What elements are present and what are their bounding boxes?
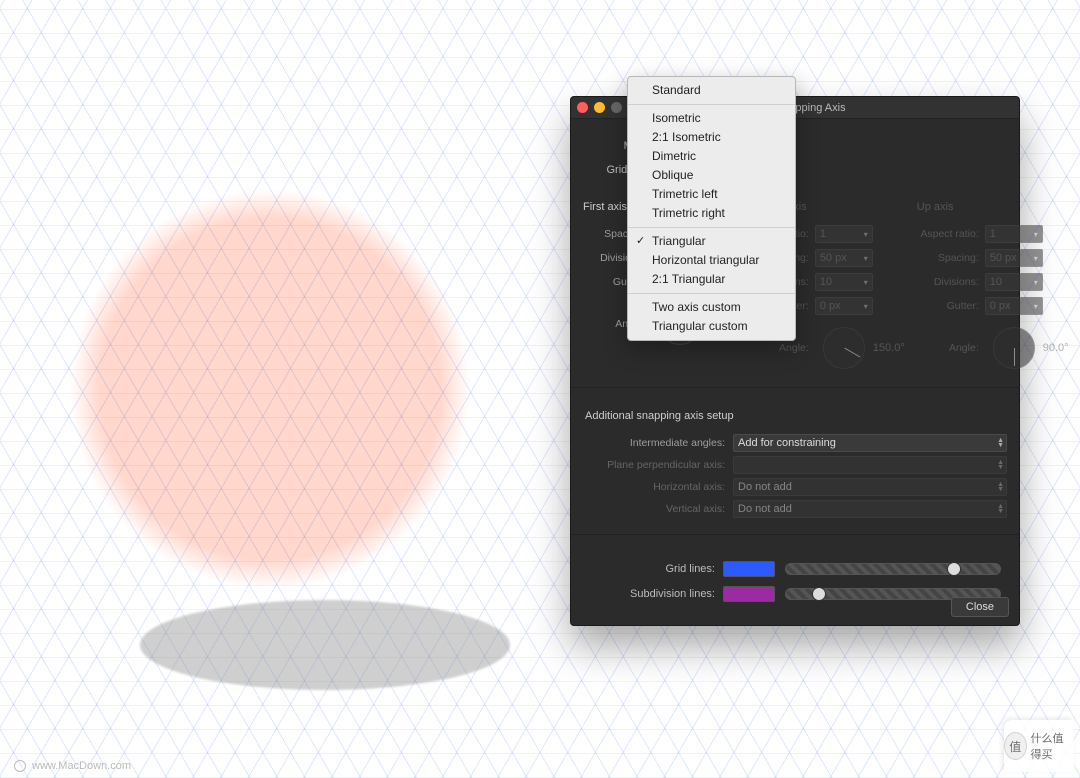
vertical-axis-label: Vertical axis: bbox=[583, 503, 733, 515]
watermark: www.MacDown.com bbox=[14, 760, 131, 772]
vertical-axis-select[interactable]: Do not add▲▼ bbox=[733, 500, 1007, 518]
window-minimize-button[interactable] bbox=[594, 102, 605, 113]
second-aspect-combo[interactable]: 1▾ bbox=[815, 225, 873, 243]
dropdown-item-checked[interactable]: Triangular bbox=[628, 232, 795, 251]
corner-badge-text: 什么值得买 bbox=[1031, 730, 1074, 762]
up-aspect-combo[interactable]: 1▾ bbox=[985, 225, 1043, 243]
second-gutter-combo[interactable]: 0 px▾ bbox=[815, 297, 873, 315]
dropdown-item[interactable]: Trimetric right bbox=[628, 204, 795, 223]
dropdown-item[interactable]: Oblique bbox=[628, 166, 795, 185]
corner-badge: 值 什么值得买 bbox=[1004, 720, 1074, 772]
intermediate-angles-label: Intermediate angles: bbox=[583, 437, 733, 449]
grid-lines-slider-knob[interactable] bbox=[947, 562, 961, 576]
dropdown-item[interactable]: Dimetric bbox=[628, 147, 795, 166]
grid-type-dropdown: Standard Isometric 2:1 Isometric Dimetri… bbox=[627, 76, 796, 341]
dropdown-item[interactable]: Triangular custom bbox=[628, 317, 795, 336]
dropdown-item[interactable]: Trimetric left bbox=[628, 185, 795, 204]
up-axis-column: Up axis Aspect ratio: 1▾ Spacing: 50 px▾… bbox=[915, 191, 1069, 373]
second-spacing-combo[interactable]: 50 px▾ bbox=[815, 249, 873, 267]
grid-lines-opacity-slider[interactable] bbox=[785, 563, 1001, 575]
watermark-text: www.MacDown.com bbox=[32, 760, 131, 772]
up-angle-dial[interactable] bbox=[993, 327, 1035, 369]
plane-perpendicular-label: Plane perpendicular axis: bbox=[583, 459, 733, 471]
grid-lines-label: Grid lines: bbox=[583, 563, 723, 575]
grid-lines-swatch[interactable] bbox=[723, 561, 775, 577]
subdivision-lines-swatch[interactable] bbox=[723, 586, 775, 602]
artwork-isometric-type bbox=[121, 145, 458, 675]
corner-badge-icon: 值 bbox=[1004, 732, 1027, 760]
up-spacing-combo[interactable]: 50 px▾ bbox=[985, 249, 1043, 267]
second-divisions-combo[interactable]: 10▾ bbox=[815, 273, 873, 291]
up-divisions-combo[interactable]: 10▾ bbox=[985, 273, 1043, 291]
horizontal-axis-select[interactable]: Do not add▲▼ bbox=[733, 478, 1007, 496]
dropdown-item[interactable]: Two axis custom bbox=[628, 298, 795, 317]
intermediate-angles-select[interactable]: Add for constraining▲▼ bbox=[733, 434, 1007, 452]
dropdown-item[interactable]: Isometric bbox=[628, 109, 795, 128]
subdivision-lines-slider-knob[interactable] bbox=[812, 587, 826, 601]
subdivision-lines-label: Subdivision lines: bbox=[583, 588, 723, 600]
dropdown-item[interactable]: 2:1 Isometric bbox=[628, 128, 795, 147]
dropdown-item[interactable]: Horizontal triangular bbox=[628, 251, 795, 270]
dropdown-item[interactable]: 2:1 Triangular bbox=[628, 270, 795, 289]
dropdown-item[interactable]: Standard bbox=[628, 81, 795, 100]
up-gutter-combo[interactable]: 0 px▾ bbox=[985, 297, 1043, 315]
up-axis-title: Up axis bbox=[917, 201, 1069, 213]
horizontal-axis-label: Horizontal axis: bbox=[583, 481, 733, 493]
second-angle-dial[interactable] bbox=[823, 327, 865, 369]
watermark-icon bbox=[14, 760, 26, 772]
close-button[interactable]: Close bbox=[951, 597, 1009, 617]
window-close-button[interactable] bbox=[577, 102, 588, 113]
window-zoom-button[interactable] bbox=[611, 102, 622, 113]
additional-section-title: Additional snapping axis setup bbox=[585, 410, 1007, 422]
plane-perpendicular-select[interactable]: ▲▼ bbox=[733, 456, 1007, 474]
